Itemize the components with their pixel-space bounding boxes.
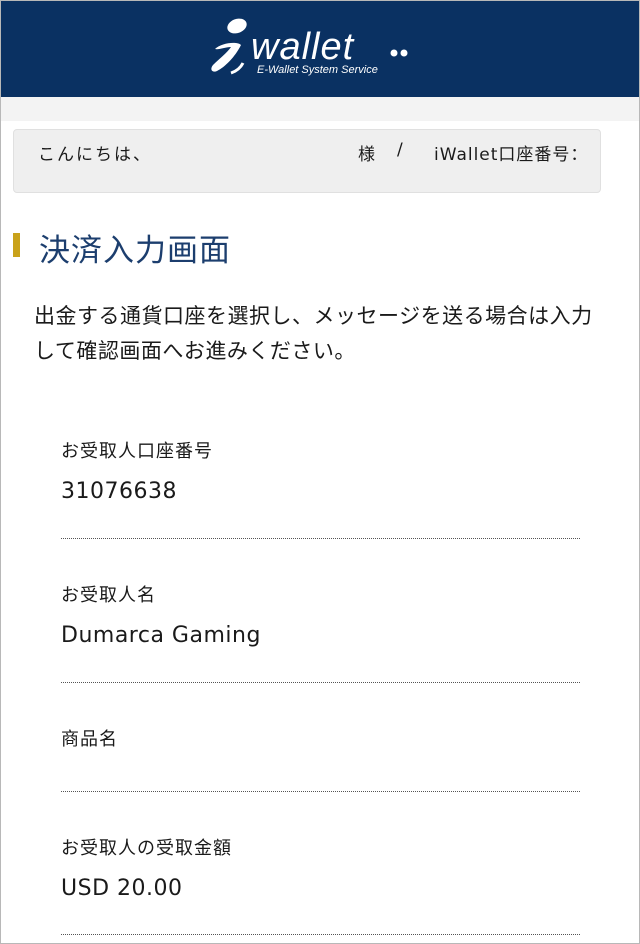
brand-tagline: E-Wallet System Service <box>257 64 378 76</box>
greeting-separator: / <box>397 140 403 160</box>
brand-wordmark: wallet <box>251 26 355 68</box>
title-accent-bar <box>13 233 20 257</box>
field-recipient-account: お受取人口座番号 31076638 <box>61 437 581 504</box>
header: wallet E-Wallet System Service <box>1 1 639 97</box>
intro-text: 出金する通貨口座を選択し、メッセージを送る場合は入力して確認画面へお進みください… <box>34 304 593 363</box>
greeting-panel: こんにちは、 様 / iWallet口座番号： <box>13 129 601 193</box>
field-value: Dumarca Gaming <box>61 623 261 648</box>
field-label: お受取人の受取金額 <box>61 838 232 859</box>
page-title: 決済入力画面 <box>39 233 231 269</box>
field-recipient-name: お受取人名 Dumarca Gaming <box>61 581 581 648</box>
field-label: 商品名 <box>61 729 118 750</box>
field-value: USD 20.00 <box>61 876 183 901</box>
dotted-divider <box>61 538 580 539</box>
header-strip <box>1 97 639 121</box>
greeting-hello: こんにちは、 <box>38 145 152 165</box>
field-recipient-amount: お受取人の受取金額 USD 20.00 <box>61 834 581 901</box>
greeting-honorific: 様 <box>358 145 375 165</box>
field-label: お受取人名 <box>61 585 156 606</box>
iwallet-logo[interactable]: wallet E-Wallet System Service <box>207 15 417 81</box>
dotted-divider <box>61 682 580 683</box>
account-number-label: iWallet口座番号： <box>434 145 589 165</box>
app-frame: wallet E-Wallet System Service こんにちは、 様 … <box>0 0 640 944</box>
dotted-divider <box>61 934 580 935</box>
field-value: 31076638 <box>61 479 177 504</box>
dotted-divider <box>61 791 580 792</box>
field-label: お受取人口座番号 <box>61 441 213 462</box>
field-product-name: 商品名 <box>61 725 581 767</box>
